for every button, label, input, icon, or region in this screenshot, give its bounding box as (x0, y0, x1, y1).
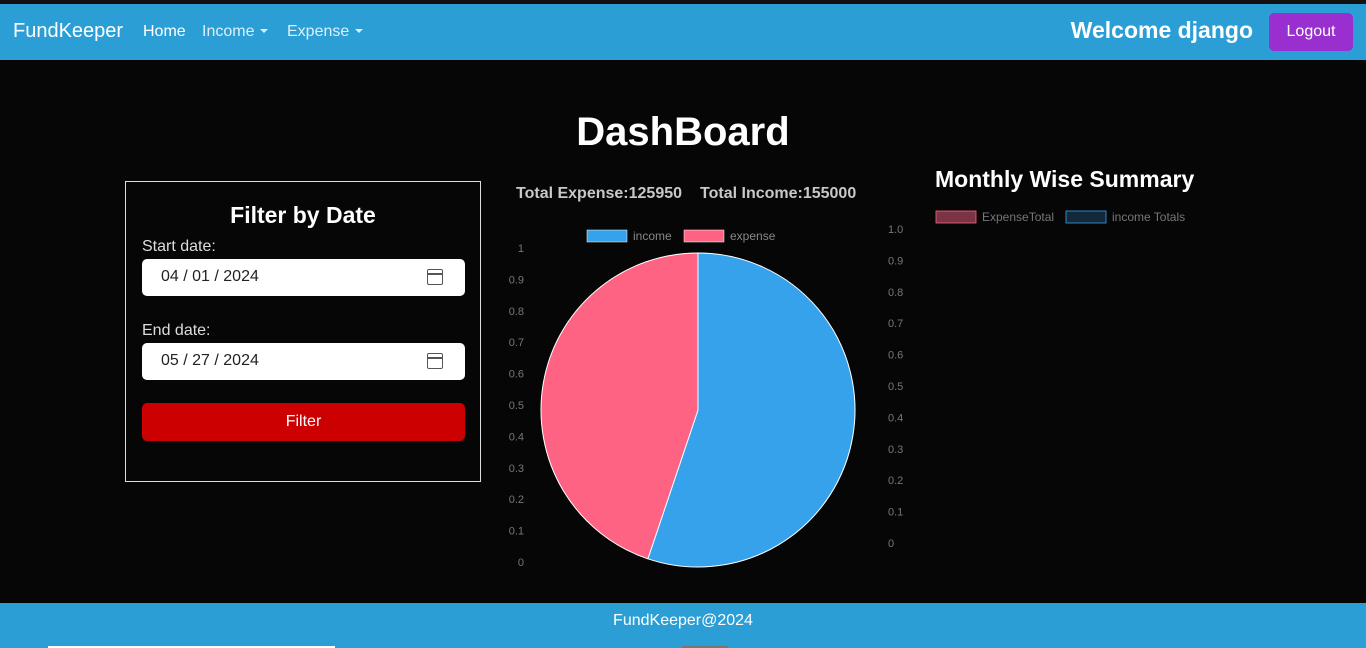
y-tick-right: 0.1 (888, 507, 903, 519)
start-date-input[interactable]: 04 / 01 / 2024 (142, 259, 465, 296)
y-tick-left: 0.8 (509, 306, 524, 318)
logout-button[interactable]: Logout (1269, 13, 1353, 51)
y-tick-left: 0.6 (509, 369, 524, 381)
total-income: Total Income:155000 (700, 185, 857, 202)
summary-legend-label[interactable]: income Totals (1112, 210, 1185, 224)
legend-label-income[interactable]: income (633, 229, 672, 243)
end-date-value: 05 / 27 / 2024 (161, 352, 259, 369)
filter-title: Filter by Date (230, 202, 376, 228)
total-expense: Total Expense:125950 (516, 185, 683, 202)
nav-home[interactable]: Home (143, 23, 186, 41)
footer-text: FundKeeper@2024 (613, 612, 753, 629)
y-tick-left: 0.3 (509, 463, 524, 475)
nav-expense-label: Expense (287, 23, 350, 40)
end-date-label: End date: (142, 322, 211, 339)
y-tick-right: 0 (888, 538, 894, 550)
calendar-icon[interactable] (427, 353, 443, 369)
summary-legend-label[interactable]: ExpenseTotal (982, 210, 1054, 224)
y-tick-left: 1 (518, 243, 524, 255)
y-tick-left: 0.1 (509, 526, 524, 538)
monthly-summary-chart: ExpenseTotal income Totals (935, 210, 1185, 224)
calendar-icon[interactable] (427, 269, 443, 285)
y-tick-left: 0.5 (509, 400, 524, 412)
y-tick-left: 0.4 (509, 431, 524, 443)
caret-down-icon (260, 29, 269, 33)
totals-line: Total Expense:125950 Total Income:155000 (516, 185, 856, 203)
legend-swatch-expense[interactable] (683, 229, 725, 243)
y-tick-right: 0.7 (888, 318, 903, 330)
summary-title: Monthly Wise Summary (935, 166, 1195, 192)
nav-income-label: Income (202, 23, 255, 40)
y-tick-left: 0.7 (509, 337, 524, 349)
y-tick-right: 0.8 (888, 287, 903, 299)
navbar: FundKeeper Home Income Expense Welcome d… (0, 4, 1366, 60)
filter-panel: Filter by Date Start date: 04 / 01 / 202… (125, 181, 481, 482)
y-tick-right: 0.3 (888, 444, 903, 456)
y-tick-right: 0.2 (888, 475, 903, 487)
y-tick-right: 1.0 (888, 224, 903, 236)
footer: FundKeeper@2024 (0, 603, 1366, 648)
y-tick-left: 0 (518, 557, 524, 569)
legend-swatch-income[interactable] (586, 229, 628, 243)
nav-expense-dropdown[interactable]: Expense (287, 23, 364, 41)
summary-legend-swatch[interactable] (935, 210, 977, 224)
page-title: DashBoard (576, 110, 790, 154)
legend-label-expense[interactable]: expense (730, 229, 776, 243)
y-tick-right: 0.6 (888, 350, 903, 362)
y-tick-right: 0.5 (888, 381, 903, 393)
brand-link[interactable]: FundKeeper (13, 20, 123, 43)
filter-button[interactable]: Filter (142, 403, 465, 441)
y-tick-left: 0.9 (509, 274, 524, 286)
y-tick-left: 0.2 (509, 494, 524, 506)
caret-down-icon (355, 29, 364, 33)
start-date-label: Start date: (142, 238, 216, 255)
y-tick-right: 0.9 (888, 255, 903, 267)
welcome-text: Welcome django (1070, 17, 1253, 43)
income-expense-pie-chart: income expense 0 0.1 0.2 0.3 0.4 0.5 0.6 0.7 0.8 0.… (509, 224, 904, 569)
summary-legend-swatch[interactable] (1065, 210, 1107, 224)
nav-income-dropdown[interactable]: Income (202, 23, 269, 41)
start-date-value: 04 / 01 / 2024 (161, 268, 259, 285)
y-tick-right: 0.4 (888, 412, 903, 424)
end-date-input[interactable]: 05 / 27 / 2024 (142, 343, 465, 380)
